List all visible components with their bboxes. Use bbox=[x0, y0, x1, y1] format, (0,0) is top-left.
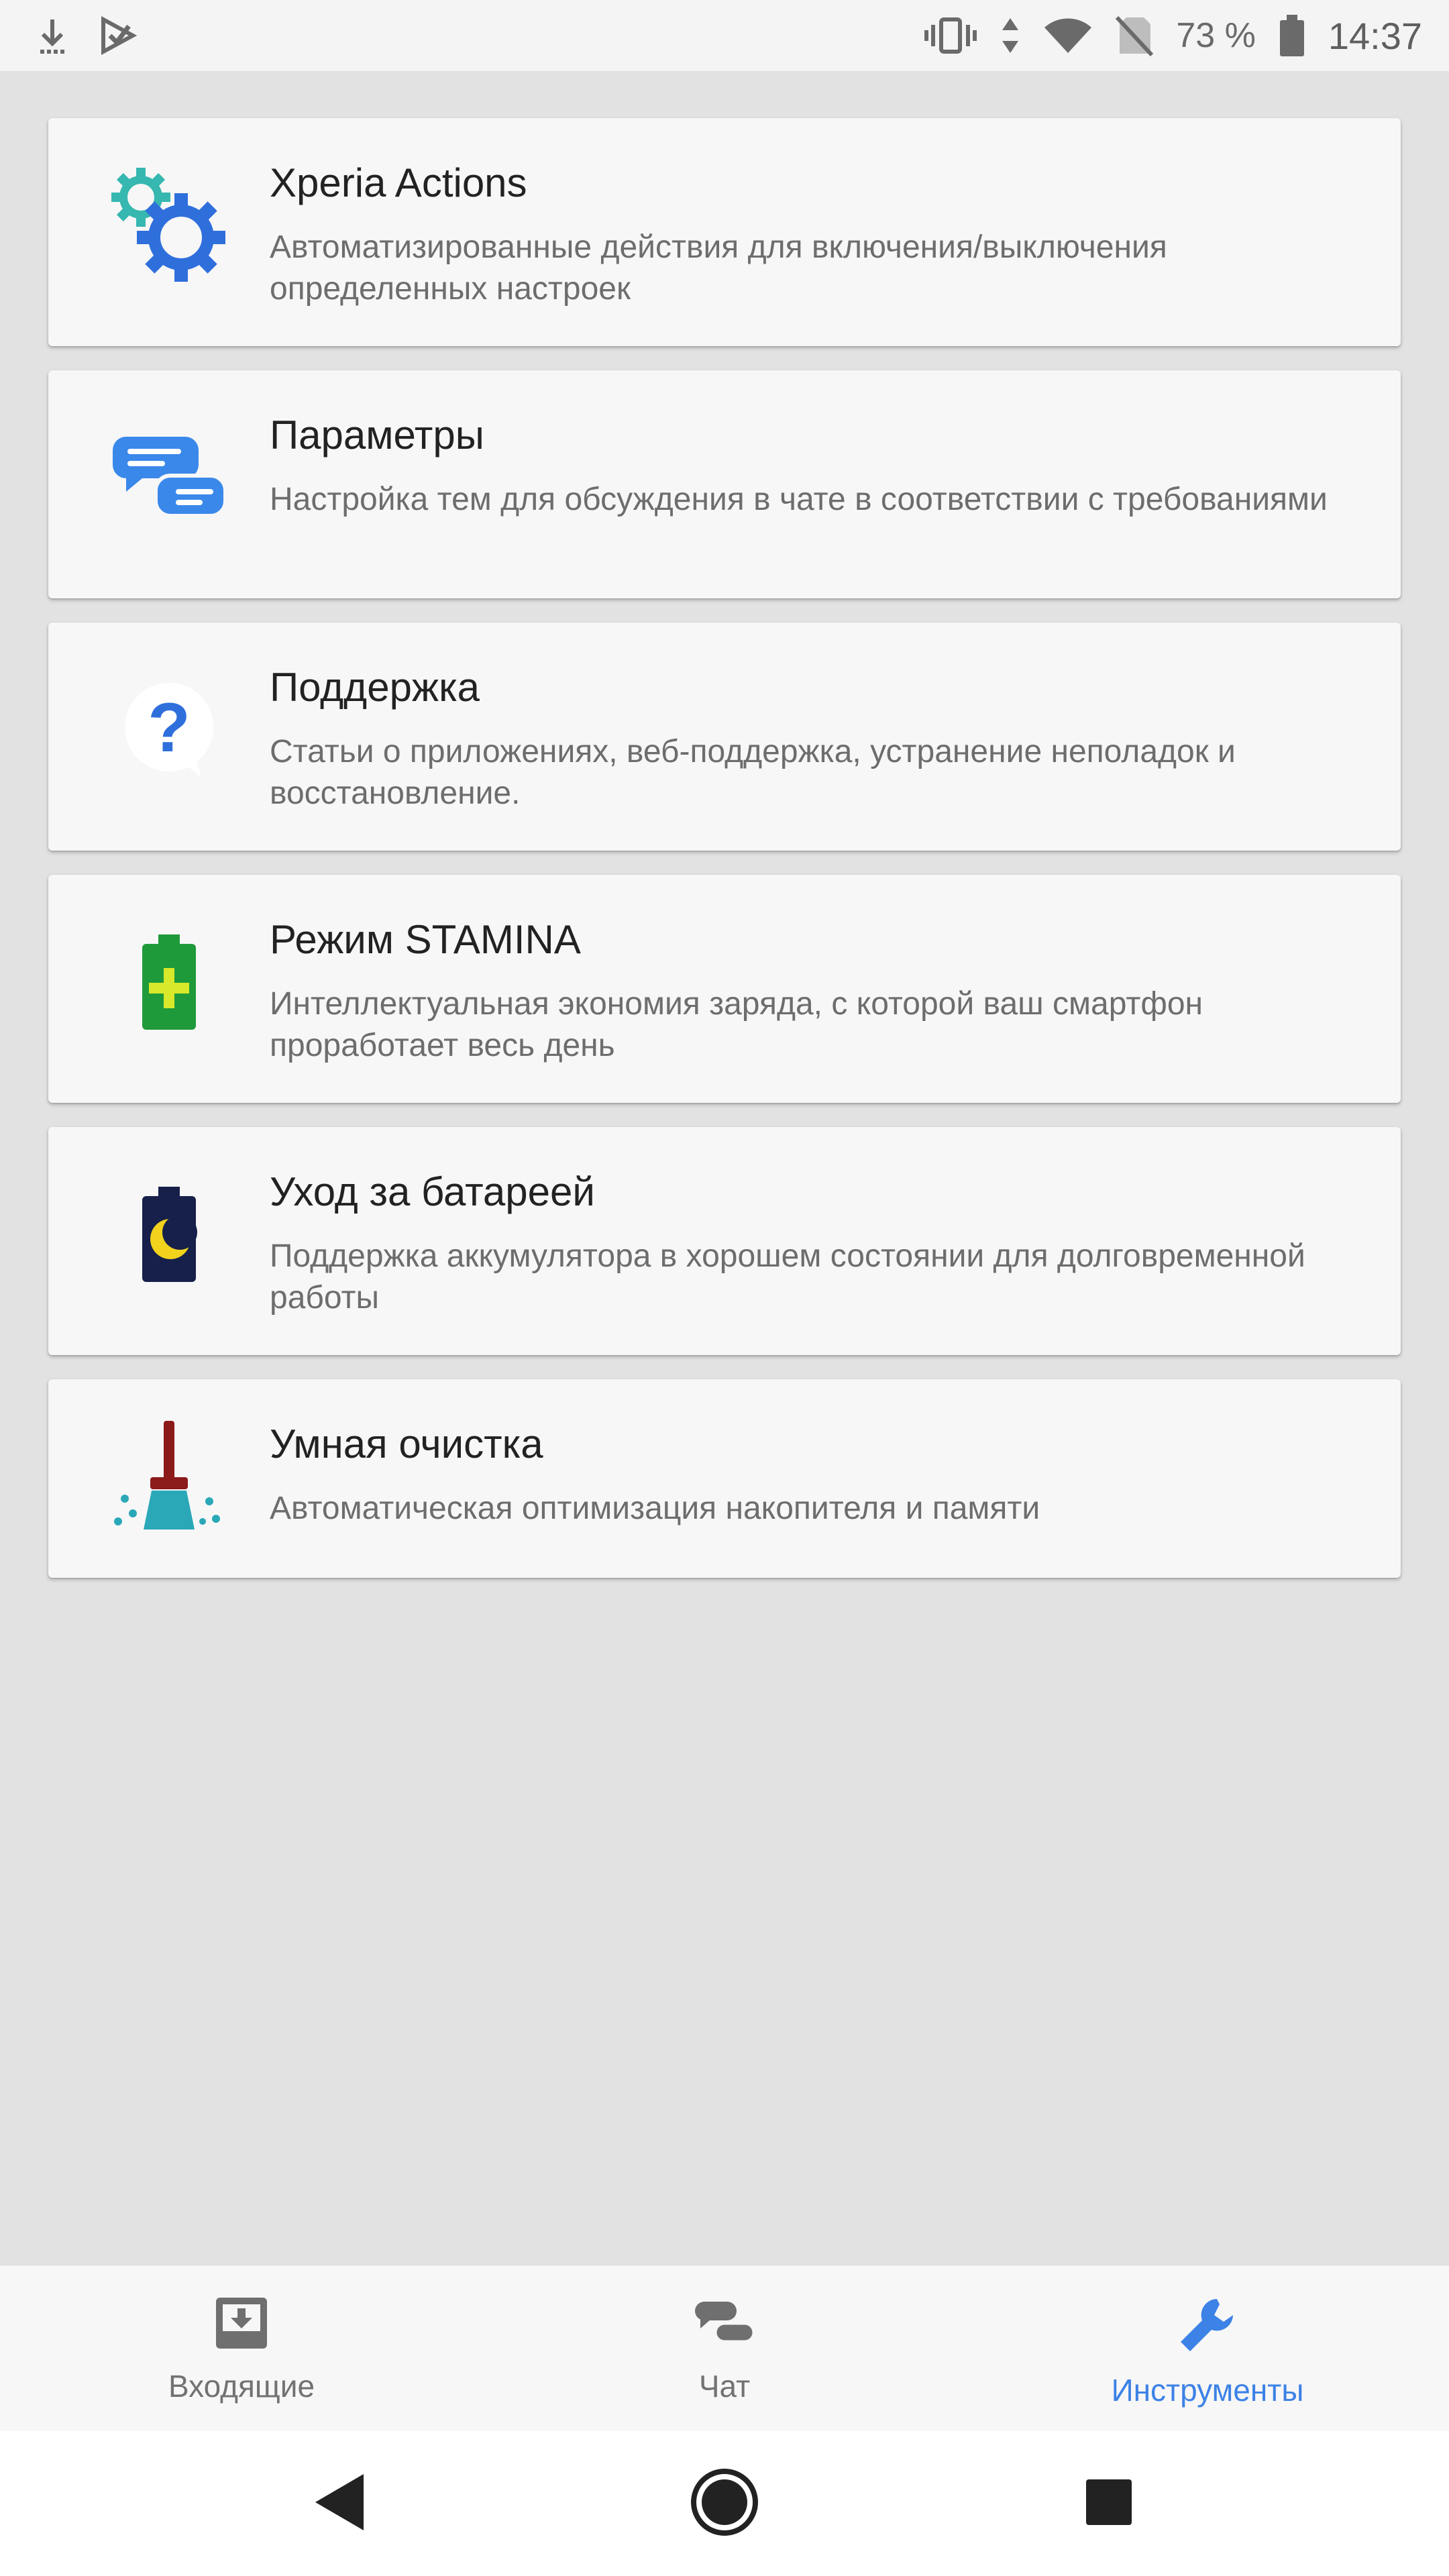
chat-bubbles-icon bbox=[102, 411, 236, 545]
card-title: Уход за батареей bbox=[270, 1169, 595, 1214]
card-description: Статьи о приложениях, веб-поддержка, уст… bbox=[270, 734, 1236, 811]
card-title: Xperia Actions bbox=[270, 160, 527, 205]
back-button[interactable] bbox=[280, 2443, 400, 2564]
play-store-icon bbox=[98, 15, 138, 56]
tab-inbox[interactable]: Входящие bbox=[0, 2265, 483, 2431]
home-icon bbox=[690, 2467, 759, 2540]
card-battery-care[interactable]: Уход за батареей Поддержка аккумулятора … bbox=[48, 1127, 1401, 1355]
tab-label: Входящие bbox=[168, 2369, 315, 2404]
vibrate-icon bbox=[924, 15, 977, 56]
battery-moon-icon bbox=[102, 1167, 236, 1301]
card-title: Умная очистка bbox=[270, 1421, 543, 1466]
inbox-icon bbox=[213, 2295, 270, 2355]
tab-tools[interactable]: Инструменты bbox=[966, 2265, 1449, 2431]
bottom-navigation: Входящие Чат Инструменты bbox=[0, 2265, 1449, 2431]
no-sim-icon bbox=[1116, 15, 1154, 56]
card-description: Автоматизированные действия для включени… bbox=[270, 229, 1167, 307]
broom-icon bbox=[102, 1411, 236, 1546]
battery-percent: 73 % bbox=[1176, 16, 1256, 55]
recents-button[interactable] bbox=[1049, 2443, 1169, 2564]
tab-label: Чат bbox=[698, 2369, 751, 2404]
chat-icon bbox=[692, 2295, 757, 2355]
card-description: Поддержка аккумулятора в хорошем состоян… bbox=[270, 1238, 1305, 1316]
gears-icon bbox=[102, 158, 236, 292]
card-description: Интеллектуальная экономия заряда, с кото… bbox=[270, 986, 1203, 1063]
card-smart-cleaner[interactable]: Умная очистка Автоматическая оптимизация… bbox=[48, 1379, 1401, 1578]
back-icon bbox=[310, 2470, 370, 2538]
wifi-icon bbox=[1043, 17, 1093, 54]
data-arrows-icon bbox=[1000, 15, 1020, 56]
tab-label: Инструменты bbox=[1111, 2373, 1304, 2408]
card-description: Настройка тем для обсуждения в чате в со… bbox=[270, 482, 1328, 517]
card-title: Режим STAMINA bbox=[270, 917, 581, 962]
card-xperia-actions[interactable]: Xperia Actions Автоматизированные действ… bbox=[48, 118, 1401, 346]
card-title: Параметры bbox=[270, 413, 484, 458]
home-button[interactable] bbox=[664, 2443, 785, 2564]
card-title: Поддержка bbox=[270, 665, 480, 710]
card-parameters[interactable]: Параметры Настройка тем для обсуждения в… bbox=[48, 370, 1401, 598]
question-bubble-icon: ? bbox=[102, 663, 236, 797]
card-description: Автоматическая оптимизация накопителя и … bbox=[270, 1491, 1040, 1526]
clock: 14:37 bbox=[1328, 14, 1422, 57]
wrench-icon bbox=[1175, 2295, 1240, 2359]
card-support[interactable]: ? Поддержка Статьи о приложениях, веб-по… bbox=[48, 623, 1401, 851]
card-stamina[interactable]: Режим STAMINA Интеллектуальная экономия … bbox=[48, 875, 1401, 1103]
tools-list: Xperia Actions Автоматизированные действ… bbox=[0, 71, 1449, 2265]
battery-icon bbox=[1279, 13, 1305, 58]
tab-chat[interactable]: Чат bbox=[483, 2265, 966, 2431]
download-icon bbox=[34, 15, 71, 56]
system-navigation-bar bbox=[0, 2431, 1449, 2576]
recents-icon bbox=[1083, 2477, 1134, 2531]
status-bar: 73 % 14:37 bbox=[0, 0, 1449, 71]
battery-plus-icon bbox=[102, 915, 236, 1049]
svg-text:?: ? bbox=[148, 689, 191, 767]
